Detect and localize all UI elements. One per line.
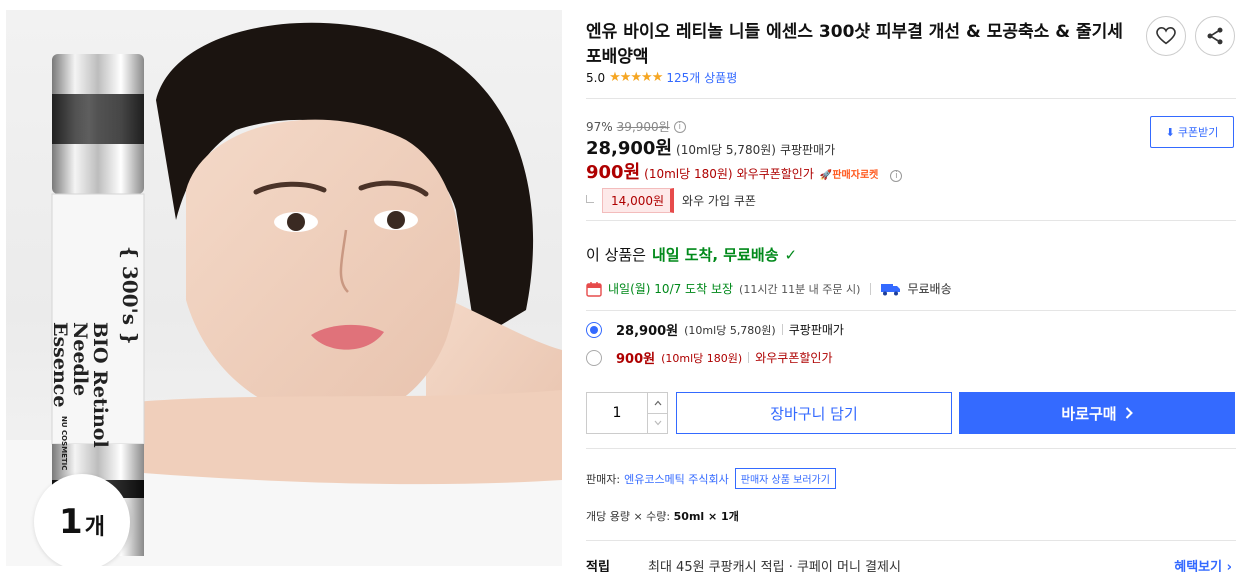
order-deadline: (11시간 11분 내 주문 시) (739, 282, 861, 296)
option-price: 900원 (616, 352, 656, 367)
wow-price-row: 900원 (10ml당 180원) 와우쿠폰할인가 🚀판매자로켓 i (586, 158, 903, 184)
delivery-headline: 이 상품은 내일 도착, 무료배송 ✓ (586, 244, 797, 265)
chevron-right-icon: › (1226, 560, 1232, 572)
divider (586, 310, 1236, 311)
rating-row: 5.0 ★★★★★ 125개 상품평 (586, 69, 737, 86)
info-icon[interactable]: i (890, 170, 903, 182)
sale-price-label: 쿠팡판매가 (779, 143, 836, 157)
wishlist-button[interactable] (1146, 16, 1186, 56)
divider (870, 282, 872, 295)
product-info-panel: 엔유 바이오 레티놀 니들 에센스 300샷 피부결 개선 & 모공축소 & 줄… (586, 0, 1236, 572)
review-count-link[interactable]: 125개 상품평 (666, 69, 737, 86)
quantity-steps (647, 393, 667, 433)
reward-label: 적립 (586, 560, 610, 572)
bottle-label-line2: Needle (69, 322, 91, 397)
star-rating-icon: ★★★★★ (609, 70, 663, 85)
divider (748, 352, 750, 363)
seller-prefix: 판매자: (586, 472, 621, 486)
check-icon: ✓ (784, 245, 798, 264)
truck-icon (881, 283, 901, 295)
add-to-cart-button[interactable]: 장바구니 담기 (676, 392, 952, 434)
sale-price: 28,900원 (586, 138, 673, 159)
divider (586, 540, 1236, 541)
product-title: 엔유 바이오 레티놀 니들 에센스 300샷 피부결 개선 & 모공축소 & 줄… (586, 22, 1123, 67)
sale-price-row: 28,900원 (10ml당 5,780원) 쿠팡판매가 (586, 134, 835, 160)
chevron-down-icon (654, 420, 661, 426)
download-icon: ⬇ (1165, 126, 1175, 139)
benefits-link-label: 혜택보기 (1174, 560, 1223, 572)
coupon-download-label: 쿠폰받기 (1177, 127, 1219, 139)
radio-selected[interactable] (586, 321, 602, 338)
arrival-date: 내일(월) 10/7 도착 보장 (608, 282, 734, 296)
seller-rocket-label: 판매자로켓 (832, 170, 879, 181)
quantity-badge: 1 개 (34, 474, 130, 566)
quantity-input[interactable] (587, 393, 647, 433)
radio-unselected[interactable] (586, 349, 602, 366)
free-shipping-label: 무료배송 (907, 282, 952, 296)
price-option-coupang[interactable]: 28,900원 (10ml당 5,780원) 쿠팡판매가 (586, 320, 844, 339)
option-unit-price: (10ml당 180원) (661, 351, 743, 365)
quantity-badge-unit: 개 (84, 515, 105, 540)
option-info-line: 개당 용량 × 수량: 50ml × 1개 (586, 508, 739, 524)
quantity-stepper[interactable] (586, 392, 668, 434)
option-info-label: 개당 용량 × 수량: (586, 510, 671, 523)
divider (586, 220, 1236, 221)
bottle-label: BIO Retinol Needle Essence (49, 322, 111, 448)
coupon-download-button[interactable]: ⬇ 쿠폰받기 (1150, 116, 1234, 148)
chevron-right-icon (1125, 407, 1133, 419)
corner-icon (586, 194, 594, 203)
wow-unit-price: (10ml당 180원) (644, 167, 733, 181)
seller-name-link[interactable]: 엔유코스메틱 주식회사 (624, 471, 729, 487)
increase-button[interactable] (648, 393, 667, 414)
reward-row: 적립 최대 45원 쿠팡캐시 적립 · 쿠페이 머니 결제시 혜택보기 › (586, 556, 1236, 572)
option-info-value: 50ml × 1개 (673, 510, 739, 523)
sale-unit-price: (10ml당 5,780원) (676, 143, 776, 157)
option-label: 쿠팡판매가 (788, 323, 844, 337)
discount-rate: 97% (586, 119, 613, 134)
heart-icon (1156, 27, 1176, 45)
buy-now-button[interactable]: 바로구매 (959, 392, 1235, 434)
chevron-up-icon (654, 400, 661, 406)
divider (586, 448, 1236, 449)
wow-price: 900원 (586, 162, 641, 183)
delivery-headline-prefix: 이 상품은 (586, 246, 646, 264)
bottle-label-line1: BIO Retinol (89, 322, 111, 448)
info-icon[interactable]: i (673, 120, 686, 133)
reward-text: 최대 45원 쿠팡캐시 적립 · 쿠페이 머니 결제시 (648, 560, 901, 572)
delivery-headline-highlight: 내일 도착, 무료배송 (651, 246, 779, 264)
option-unit-price: (10ml당 5,780원) (684, 323, 776, 337)
product-image[interactable]: BIO Retinol Needle Essence { 300's } NU … (6, 10, 562, 566)
seller-products-button[interactable]: 판매자 상품 보러가기 (734, 468, 836, 489)
delivery-detail-row: 내일(월) 10/7 도착 보장 (11시간 11분 내 주문 시) 무료배송 (586, 280, 952, 297)
option-price: 28,900원 (616, 324, 679, 339)
coupon-row: 14,000원 와우 가입 쿠폰 (586, 188, 756, 213)
share-icon (1207, 27, 1223, 45)
divider (586, 98, 1236, 99)
share-button[interactable] (1195, 16, 1235, 56)
quantity-badge-number: 1 (59, 502, 83, 542)
divider (781, 324, 783, 335)
seller-rocket-badge: 🚀판매자로켓 (820, 166, 878, 181)
benefits-link[interactable]: 혜택보기 › (1174, 556, 1232, 572)
rocket-icon: 🚀 (819, 170, 833, 181)
discount-row: 97% 39,900원 i (586, 118, 686, 135)
bottle-brand-mark: { 300's } (118, 246, 142, 345)
coupon-amount-tag: 14,000원 (602, 188, 675, 213)
calendar-icon (586, 281, 602, 297)
option-label: 와우쿠폰할인가 (755, 351, 833, 365)
buy-now-label: 바로구매 (1061, 404, 1117, 423)
decrease-button[interactable] (648, 414, 667, 434)
wow-price-label: 와우쿠폰할인가 (736, 167, 814, 181)
bottle-maker: NU COSMETIC (60, 416, 68, 471)
seller-row: 판매자: 엔유코스메틱 주식회사 판매자 상품 보러가기 (586, 468, 836, 489)
coupon-label: 와우 가입 쿠폰 (682, 194, 756, 208)
rating-score: 5.0 (586, 70, 606, 85)
price-option-wow[interactable]: 900원 (10ml당 180원) 와우쿠폰할인가 (586, 348, 832, 367)
original-price: 39,900원 (616, 120, 670, 134)
